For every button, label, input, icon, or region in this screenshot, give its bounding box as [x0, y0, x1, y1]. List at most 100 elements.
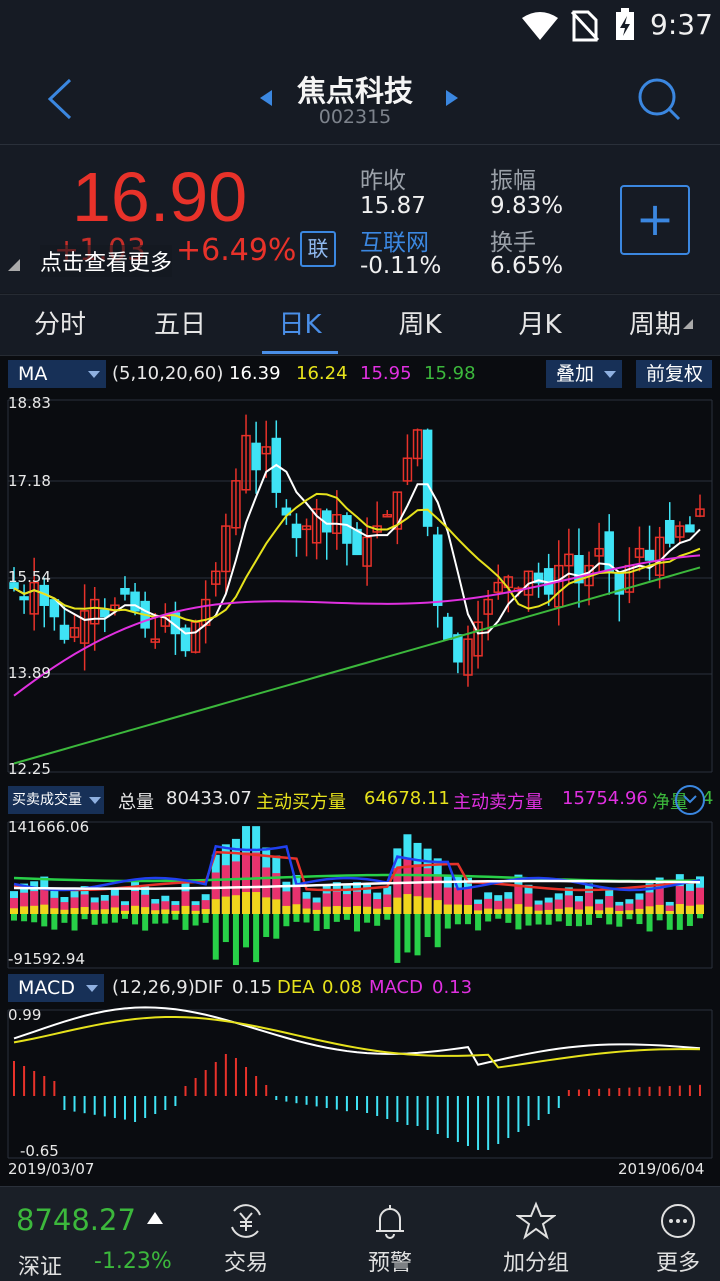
volume-bar-net	[484, 908, 493, 914]
volume-bar-net	[474, 910, 483, 914]
volume-bar-sell	[354, 914, 360, 932]
lian-badge[interactable]: 联	[300, 231, 336, 267]
volume-bar-sell	[343, 914, 350, 920]
volume-bar-net	[282, 905, 291, 914]
dea-label: DEA	[277, 977, 315, 998]
battery-charging-icon	[616, 8, 634, 40]
volume-bar-sell	[384, 914, 391, 920]
volume-bar-net	[453, 904, 462, 914]
quote-panel: 16.90 +1.03 +6.49% 点击查看更多 联 昨收 15.87 互联网…	[0, 145, 720, 293]
search-icon[interactable]	[636, 76, 682, 122]
volume-bar-net	[463, 904, 472, 914]
ma-indicator-dropdown[interactable]: MA	[8, 360, 106, 388]
candle-body	[291, 523, 302, 539]
nav-more-label: 更多	[655, 1251, 700, 1276]
macd-indicator-label: MACD	[18, 977, 75, 999]
nav-more[interactable]: 更多	[628, 1187, 720, 1281]
ma20-value: 15.95	[360, 363, 412, 384]
total-volume-label: 总量	[118, 792, 154, 813]
macd-indicator-dropdown[interactable]: MACD	[8, 974, 104, 1002]
current-price: 16.90	[72, 158, 248, 236]
volume-bar-net	[383, 907, 392, 914]
volume-bar-net	[80, 907, 89, 914]
nav-add-group[interactable]: 加分组	[486, 1187, 586, 1281]
volume-bar-sell	[202, 914, 209, 923]
volume-bar-sell	[485, 914, 492, 922]
volume-bar-net	[181, 905, 190, 914]
y-tick-3: 13.89	[8, 664, 51, 682]
tab-daily-k[interactable]: 日K	[240, 295, 360, 355]
dif-line	[13, 1006, 701, 1066]
volume-bar-sell	[676, 914, 683, 930]
more-icon	[661, 1204, 695, 1238]
volume-bar-net	[332, 906, 341, 914]
expand-circle-icon[interactable]	[674, 784, 706, 816]
volume-bar-net	[342, 906, 351, 914]
add-watchlist-button[interactable]: +	[620, 185, 690, 255]
turnover-label: 换手	[490, 230, 536, 256]
volume-bar-sell	[283, 914, 290, 927]
volume-bar-sell	[91, 914, 98, 925]
macd-chart[interactable]	[0, 1004, 720, 1164]
candle-body	[443, 616, 453, 640]
volume-bar-sell	[495, 914, 502, 919]
volume-bar-sell	[364, 914, 371, 923]
sell-volume-label: 主动卖方量	[453, 792, 543, 813]
tab-weekly-k[interactable]: 周K	[360, 295, 480, 355]
volume-bar-sell	[404, 914, 411, 953]
tab-five-day[interactable]: 五日	[120, 295, 240, 355]
tab-intraday[interactable]: 分时	[0, 295, 120, 355]
corner-triangle-icon	[8, 259, 20, 271]
next-stock-icon[interactable]	[444, 88, 460, 108]
star-icon	[516, 1201, 556, 1240]
prev-close-label: 昨收	[360, 168, 406, 194]
chart-area: MA (5,10,20,60) 16.39 16.24 15.95 15.98 …	[0, 356, 720, 1186]
back-icon[interactable]	[46, 78, 74, 120]
nav-trade[interactable]: 交易	[196, 1187, 296, 1281]
volume-chart[interactable]	[0, 816, 720, 974]
volume-bar-sell	[303, 914, 310, 923]
status-bar: 9:37	[0, 0, 720, 52]
clock: 9:37	[650, 8, 713, 41]
candle-body	[644, 549, 655, 561]
volume-bar-net	[120, 910, 129, 914]
candle-body	[120, 587, 130, 595]
dif-label: DIF	[194, 977, 224, 998]
prev-stock-icon[interactable]	[258, 88, 274, 108]
overlay-dropdown[interactable]: 叠加	[546, 360, 622, 388]
volume-bar-net	[131, 905, 140, 914]
nav-alert[interactable]: 预警	[340, 1187, 440, 1281]
candlestick-chart[interactable]	[0, 392, 720, 780]
candle-body	[432, 534, 443, 606]
volume-bar-net	[231, 895, 240, 914]
buy-volume-value: 64678.11	[364, 788, 450, 809]
index-value[interactable]: 8748.27	[16, 1203, 136, 1237]
date-start: 2019/03/07	[8, 1160, 95, 1178]
volume-bar-net	[605, 907, 614, 914]
volume-indicator-dropdown[interactable]: 买卖成交量	[8, 786, 104, 814]
volume-bar-net	[10, 908, 18, 914]
volume-bar-sell	[545, 914, 552, 925]
bottom-nav: 8748.27 深证 -1.23% 交易 预警 加分组 更多	[0, 1186, 720, 1281]
tap-more-hint[interactable]: 点击查看更多	[40, 245, 173, 277]
volume-bar-sell	[535, 914, 542, 925]
volume-bar-sell	[555, 914, 562, 922]
volume-bar-net	[625, 910, 634, 914]
volume-bar-net	[90, 909, 99, 914]
volume-bar-net	[413, 896, 422, 914]
tab-monthly-k[interactable]: 月K	[480, 295, 600, 355]
volume-bar-net	[201, 909, 210, 914]
volume-bar-sell	[515, 914, 522, 930]
sector-link[interactable]: 互联网	[360, 223, 429, 257]
volume-bar-sell	[243, 914, 250, 948]
yuan-exchange-icon	[231, 1204, 261, 1238]
volume-bar-sell	[333, 914, 340, 922]
volume-bar-sell	[454, 914, 461, 925]
volume-bar-net	[262, 897, 271, 914]
volume-bar-sell	[596, 914, 603, 919]
amplitude-value: 9.83%	[490, 193, 564, 219]
volume-bar-sell	[132, 914, 139, 925]
volume-bar-net	[151, 910, 160, 914]
ma60-value: 15.98	[424, 363, 476, 384]
adjust-button[interactable]: 前复权	[636, 360, 712, 388]
